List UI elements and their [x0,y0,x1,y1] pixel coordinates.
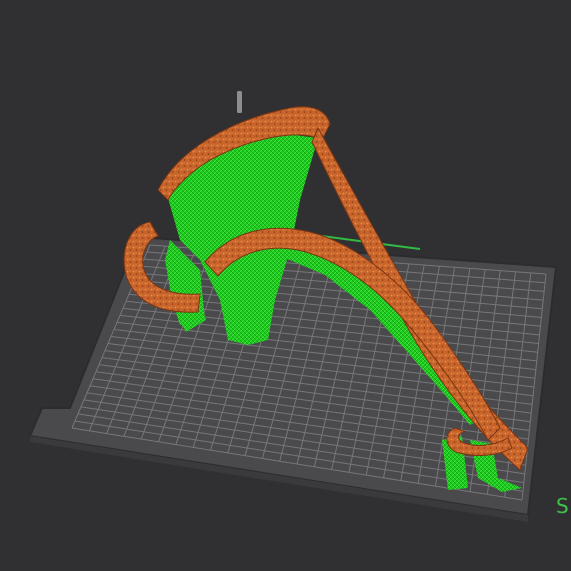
print-bed-scene[interactable] [0,0,571,571]
z-axis-icon [237,91,242,113]
3d-viewport[interactable]: S [0,0,571,571]
edge-label: S [556,494,569,518]
